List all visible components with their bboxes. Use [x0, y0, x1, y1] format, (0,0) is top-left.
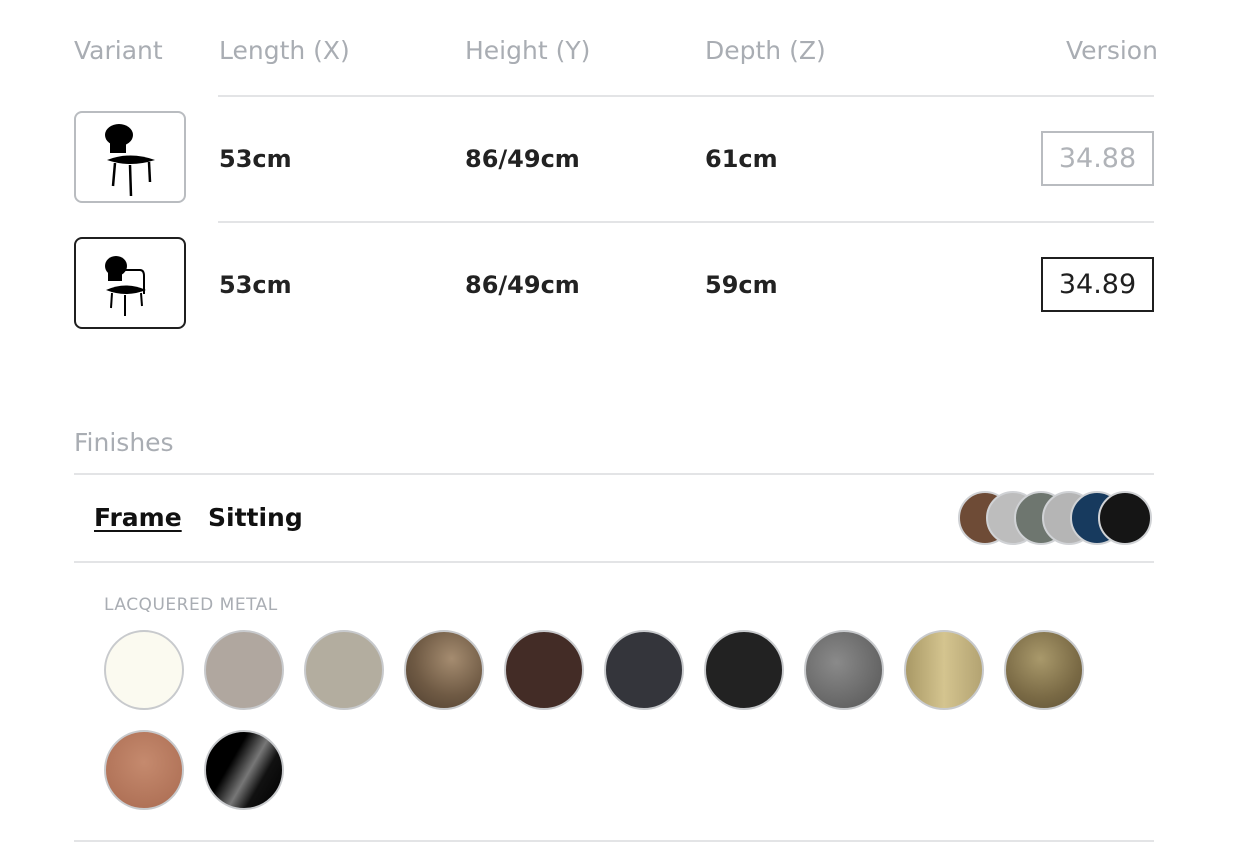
header-version: Version	[1066, 36, 1158, 65]
finish-swatch-7[interactable]	[704, 630, 784, 710]
row-1-height: 86/49cm	[465, 145, 580, 173]
tab-sitting[interactable]: Sitting	[208, 503, 303, 532]
finishes-divider	[74, 840, 1154, 842]
finish-swatch-6[interactable]	[604, 630, 684, 710]
finish-swatch-11[interactable]	[104, 730, 184, 810]
finish-swatch-8[interactable]	[804, 630, 884, 710]
header-length: Length (X)	[219, 36, 350, 65]
finish-swatch-3[interactable]	[304, 630, 384, 710]
row-2-height: 86/49cm	[465, 271, 580, 299]
finishes-divider	[74, 561, 1154, 563]
row-1-depth: 61cm	[705, 145, 778, 173]
finish-swatch-10[interactable]	[1004, 630, 1084, 710]
finish-swatch-4[interactable]	[404, 630, 484, 710]
finish-swatch-12[interactable]	[204, 730, 284, 810]
finish-preview-swatch	[1098, 491, 1152, 545]
table-divider	[218, 221, 1154, 223]
finish-swatch-2[interactable]	[204, 630, 284, 710]
header-depth: Depth (Z)	[705, 36, 826, 65]
row-2-length: 53cm	[219, 271, 292, 299]
version-button-2[interactable]: 34.89	[1041, 257, 1154, 312]
variant-thumbnail-1[interactable]	[74, 111, 186, 203]
version-button-1[interactable]: 34.88	[1041, 131, 1154, 186]
finishes-divider	[74, 473, 1154, 475]
finish-swatch-1[interactable]	[104, 630, 184, 710]
row-1-length: 53cm	[219, 145, 292, 173]
variant-thumbnail-2[interactable]	[74, 237, 186, 329]
finish-swatch-5[interactable]	[504, 630, 584, 710]
table-divider	[218, 95, 1154, 97]
finishes-title: Finishes	[74, 428, 174, 457]
chair-icon	[105, 124, 155, 197]
finish-group-label: LACQUERED METAL	[104, 595, 278, 615]
tab-frame[interactable]: Frame	[94, 503, 182, 532]
row-2-depth: 59cm	[705, 271, 778, 299]
finish-swatch-9[interactable]	[904, 630, 984, 710]
header-variant: Variant	[74, 36, 163, 65]
header-height: Height (Y)	[465, 36, 591, 65]
armchair-icon	[105, 256, 146, 316]
